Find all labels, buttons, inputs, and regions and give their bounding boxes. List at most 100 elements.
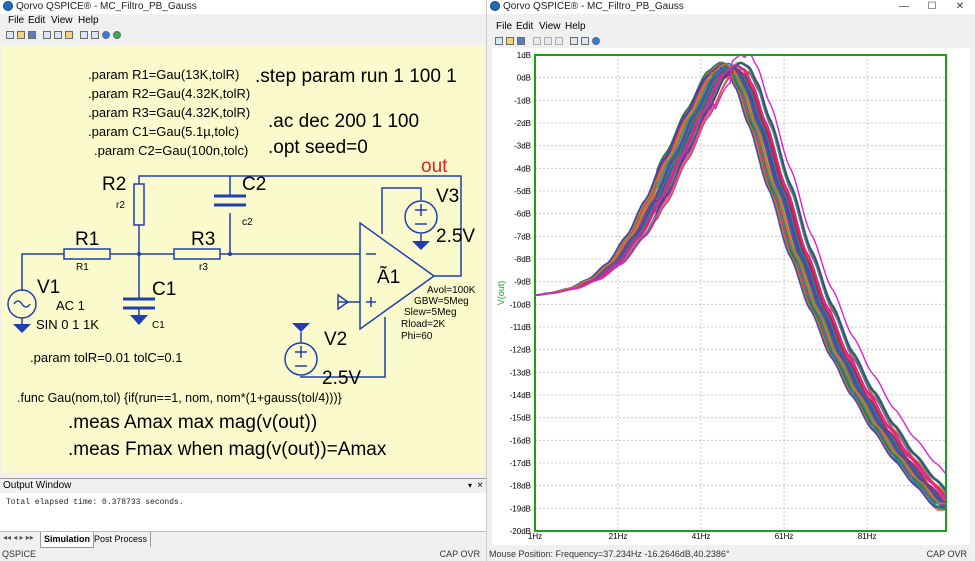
schematic-window: Qorvo QSPICE® - MC_Filtro_PB_Gauss File …	[0, 0, 487, 561]
menu-file[interactable]: File	[496, 20, 512, 34]
tab-simulation[interactable]: Simulation	[40, 532, 95, 548]
paste-icon[interactable]	[555, 37, 563, 45]
open-folder-icon[interactable]	[17, 31, 25, 39]
new-file-icon[interactable]	[495, 37, 503, 45]
voltage-source-v1[interactable]	[7, 289, 37, 333]
meas-amax-directive[interactable]: .meas Amax max mag(v(out))	[68, 412, 317, 433]
menu-help[interactable]: Help	[565, 20, 586, 34]
maximize-button[interactable]: ☐	[919, 0, 945, 14]
close-button[interactable]: ✕	[947, 0, 973, 14]
y-tick-label: -18dB	[510, 482, 531, 491]
status-bar: Mouse Position: Frequency=37.234Hz -16.2…	[487, 547, 975, 561]
save-icon[interactable]	[28, 31, 36, 39]
print-icon[interactable]	[570, 37, 578, 45]
print-preview-icon[interactable]	[581, 37, 589, 45]
window-title: Qorvo QSPICE® - MC_Filtro_PB_Gauss	[16, 1, 197, 12]
r2-value: r2	[116, 200, 125, 211]
plot-frame	[534, 54, 947, 532]
menu-edit[interactable]: Edit	[28, 14, 45, 28]
toolbar	[0, 30, 486, 43]
title-bar: Qorvo QSPICE® - MC_Filtro_PB_Gauss — ☐ ✕	[487, 0, 975, 14]
output-window-title: Output Window ▾ ×	[0, 479, 486, 493]
param-c1-directive[interactable]: .param C1=Gau(5.1µ,tolc)	[88, 124, 239, 139]
voltage-source-v2[interactable]	[284, 323, 318, 376]
output-window: Output Window ▾ × Total elapsed time: 0.…	[0, 478, 486, 532]
y-tick-label: -17dB	[510, 459, 531, 468]
y-tick-label: -8dB	[514, 255, 531, 264]
print-preview-icon[interactable]	[91, 31, 99, 39]
capacitor-c2[interactable]	[214, 194, 246, 207]
close-icon[interactable]: ×	[477, 479, 483, 493]
r1-name: R1	[75, 229, 99, 250]
menu-edit[interactable]: Edit	[516, 20, 533, 34]
y-tick-label: -15dB	[510, 414, 531, 423]
y-tick-label: -19dB	[510, 504, 531, 513]
func-directive[interactable]: .func Gau(nom,tol) {if(run==1, nom, nom*…	[17, 391, 342, 405]
y-tick-label: -6dB	[514, 210, 531, 219]
v1-sin: SIN 0 1 1K	[36, 317, 99, 332]
y-tick-label: -7dB	[514, 232, 531, 241]
y-tick-label: -10dB	[510, 300, 531, 309]
param-r1-directive[interactable]: .param R1=Gau(13K,tolR)	[88, 67, 239, 82]
paste-icon[interactable]	[65, 31, 73, 39]
print-icon[interactable]	[80, 31, 88, 39]
help-icon[interactable]	[102, 31, 110, 39]
y-tick-label: -3dB	[514, 142, 531, 151]
resistor-r1[interactable]	[63, 248, 111, 260]
resistor-r2[interactable]	[133, 183, 145, 226]
resistor-r3[interactable]	[173, 248, 221, 260]
step-directive[interactable]: .step param run 1 100 1	[255, 66, 457, 87]
param-r3-directive[interactable]: .param R3=Gau(4.32K,tolR)	[88, 105, 250, 120]
y-tick-label: -1dB	[514, 96, 531, 105]
meas-fmax-directive[interactable]: .meas Fmax when mag(v(out))=Amax	[68, 439, 387, 460]
menu-help[interactable]: Help	[78, 14, 99, 28]
copy-icon[interactable]	[544, 37, 552, 45]
schematic-canvas[interactable]: .param R1=Gau(13K,tolR) .param R2=Gau(4.…	[2, 45, 485, 473]
opt-directive[interactable]: .opt seed=0	[268, 137, 368, 158]
status-bar: QSPICE CAP OVR	[0, 547, 486, 561]
ac-directive[interactable]: .ac dec 200 1 100	[268, 111, 419, 132]
output-log: Total elapsed time: 0.378733 seconds.	[6, 498, 184, 507]
tab-nav-arrows-icon[interactable]: ◂◂ ◂ ▸ ▸▸	[3, 533, 34, 542]
status-cap-ovr: CAP OVR	[926, 549, 967, 559]
a1-param-slew: Slew=5Meg	[404, 307, 457, 318]
menu-bar: File Edit View Help	[487, 20, 975, 34]
minimize-button[interactable]: —	[891, 0, 917, 14]
r1-value: R1	[76, 262, 89, 273]
param-r2-directive[interactable]: .param R2=Gau(4.32K,tolR)	[88, 86, 250, 101]
x-tick-label: 21Hz	[609, 532, 628, 541]
c2-name: C2	[242, 174, 266, 195]
cut-icon[interactable]	[533, 37, 541, 45]
param-c2-directive[interactable]: .param C2=Gau(100n,tolc)	[94, 143, 248, 158]
save-icon[interactable]	[517, 37, 525, 45]
x-tick-label: 81Hz	[858, 532, 877, 541]
y-tick-label: -2dB	[514, 119, 531, 128]
net-label-out[interactable]: out	[421, 156, 448, 177]
c1-name: C1	[152, 279, 176, 300]
menu-view[interactable]: View	[51, 14, 73, 28]
cut-icon[interactable]	[43, 31, 51, 39]
v3-name: V3	[436, 186, 459, 207]
menu-file[interactable]: File	[8, 14, 24, 28]
status-app-name: QSPICE	[2, 549, 37, 559]
y-tick-label: -4dB	[514, 164, 531, 173]
waveform-plot[interactable]: 1dB 0dB -1dB -2dB -3dB -4dB -5dB -6dB -7dB -8dB -9…	[492, 48, 970, 545]
title-bar: Qorvo QSPICE® - MC_Filtro_PB_Gauss	[0, 0, 486, 14]
voltage-source-v3[interactable]	[404, 200, 438, 250]
menu-bar: File Edit View Help	[0, 14, 486, 28]
new-file-icon[interactable]	[6, 31, 14, 39]
a1-param-rload: Rload=2K	[401, 319, 446, 330]
menu-view[interactable]: View	[539, 20, 561, 34]
help-icon[interactable]	[592, 37, 600, 45]
v2-name: V2	[324, 329, 347, 350]
qspice-app-icon	[3, 1, 13, 11]
copy-icon[interactable]	[54, 31, 62, 39]
tab-post-process[interactable]: Post Process	[91, 532, 152, 547]
param-tol-directive[interactable]: .param tolR=0.01 tolC=0.1	[30, 350, 182, 365]
bode-chart[interactable]: 1dB 0dB -1dB -2dB -3dB -4dB -5dB -6dB -7dB -8dB -9…	[492, 48, 970, 545]
capacitor-c1[interactable]	[123, 290, 155, 325]
run-icon[interactable]	[113, 31, 121, 39]
dropdown-icon[interactable]: ▾	[468, 479, 472, 493]
open-folder-icon[interactable]	[506, 37, 514, 45]
status-mouse-position: Mouse Position: Frequency=37.234Hz -16.2…	[489, 549, 730, 559]
